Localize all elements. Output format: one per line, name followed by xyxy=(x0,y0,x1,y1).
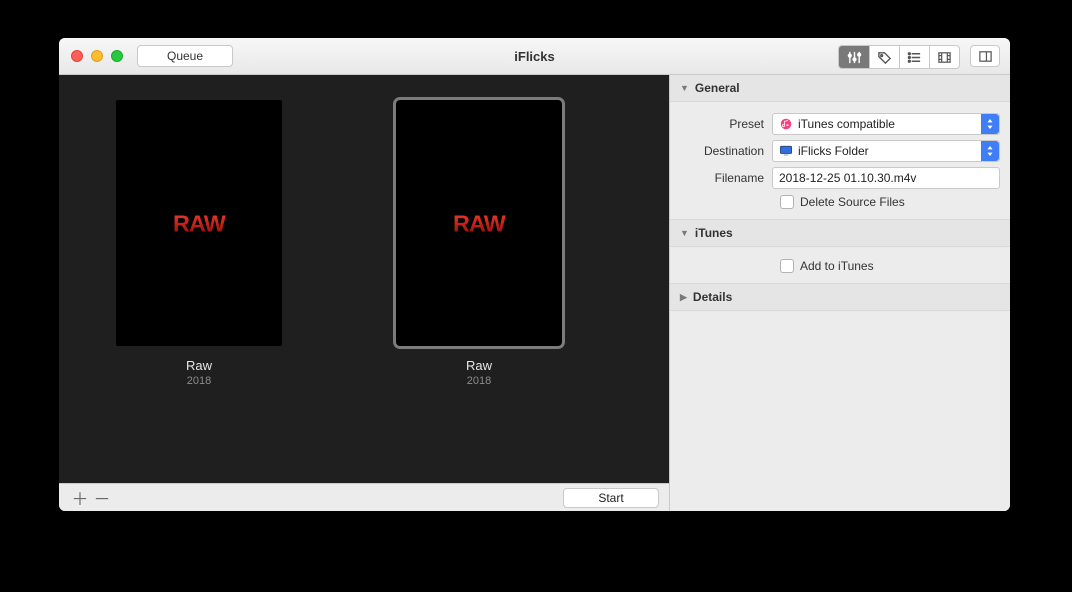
monitor-icon xyxy=(779,144,793,158)
item-poster: RAW xyxy=(116,100,282,346)
item-poster: RAW xyxy=(396,100,562,346)
section-body-itunes: Add to iTunes xyxy=(670,247,1010,284)
item-year: 2018 xyxy=(89,375,309,387)
item-year: 2018 xyxy=(369,375,589,387)
filename-input[interactable]: 2018-12-25 01.10.30.m4v xyxy=(772,167,1000,189)
section-title: Details xyxy=(693,290,732,304)
view-segmented-control xyxy=(838,45,960,69)
section-title: iTunes xyxy=(695,226,733,240)
destination-select[interactable]: iFlicks Folder xyxy=(772,140,1000,162)
view-sliders-button[interactable] xyxy=(839,46,869,68)
footer-bar: ＋ － Start xyxy=(59,483,669,511)
section-body-general: Preset iTunes compatible Destination xyxy=(670,102,1010,220)
film-icon xyxy=(937,50,952,65)
content-area: RAW Raw 2018 RAW Raw 2018 xyxy=(59,75,669,511)
add-to-itunes-label: Add to iTunes xyxy=(800,259,874,273)
delete-source-label: Delete Source Files xyxy=(800,195,905,209)
section-header-details[interactable]: ▶ Details xyxy=(670,284,1010,311)
item-card[interactable]: RAW Raw 2018 xyxy=(89,100,309,387)
minus-icon: － xyxy=(94,485,111,510)
inspector-sidebar: ▼ General Preset iTunes compatible Desti… xyxy=(669,75,1010,511)
view-list-button[interactable] xyxy=(899,46,929,68)
list-icon xyxy=(907,50,922,65)
section-header-general[interactable]: ▼ General xyxy=(670,75,1010,102)
tag-icon xyxy=(877,50,892,65)
section-header-itunes[interactable]: ▼ iTunes xyxy=(670,220,1010,247)
queue-button[interactable]: Queue xyxy=(137,45,233,67)
filename-label: Filename xyxy=(680,171,772,185)
destination-label: Destination xyxy=(680,144,772,158)
svg-text:RAW: RAW xyxy=(173,210,226,236)
items-grid: RAW Raw 2018 RAW Raw 2018 xyxy=(59,75,669,483)
traffic-lights xyxy=(71,50,123,62)
item-card[interactable]: RAW Raw 2018 xyxy=(369,100,589,387)
window-fullscreen-button[interactable] xyxy=(111,50,123,62)
toggle-sidebar-button[interactable] xyxy=(970,45,1000,67)
section-title: General xyxy=(695,81,740,95)
disclosure-down-icon: ▼ xyxy=(680,83,689,93)
svg-text:RAW: RAW xyxy=(453,210,506,236)
item-title: Raw xyxy=(369,358,589,373)
select-stepper-icon xyxy=(981,141,999,161)
itunes-icon xyxy=(779,117,793,131)
disclosure-down-icon: ▼ xyxy=(680,228,689,238)
app-window: Queue iFlicks xyxy=(59,38,1010,511)
preset-value: iTunes compatible xyxy=(798,117,895,131)
raw-logo-icon: RAW xyxy=(429,206,529,240)
plus-icon: ＋ xyxy=(72,485,89,510)
window-close-button[interactable] xyxy=(71,50,83,62)
view-film-button[interactable] xyxy=(929,46,959,68)
sliders-icon xyxy=(847,50,862,65)
item-title: Raw xyxy=(89,358,309,373)
add-button[interactable]: ＋ xyxy=(69,487,91,509)
sidebar-icon xyxy=(978,49,993,64)
preset-label: Preset xyxy=(680,117,772,131)
view-tag-button[interactable] xyxy=(869,46,899,68)
disclosure-right-icon: ▶ xyxy=(680,292,687,303)
select-stepper-icon xyxy=(981,114,999,134)
preset-select[interactable]: iTunes compatible xyxy=(772,113,1000,135)
window-minimize-button[interactable] xyxy=(91,50,103,62)
titlebar: Queue iFlicks xyxy=(59,38,1010,75)
start-button[interactable]: Start xyxy=(563,488,659,508)
filename-value: 2018-12-25 01.10.30.m4v xyxy=(779,171,916,185)
remove-button[interactable]: － xyxy=(91,487,113,509)
destination-value: iFlicks Folder xyxy=(798,144,869,158)
raw-logo-icon: RAW xyxy=(149,206,249,240)
delete-source-checkbox[interactable] xyxy=(780,195,794,209)
body: RAW Raw 2018 RAW Raw 2018 xyxy=(59,75,1010,511)
add-to-itunes-checkbox[interactable] xyxy=(780,259,794,273)
